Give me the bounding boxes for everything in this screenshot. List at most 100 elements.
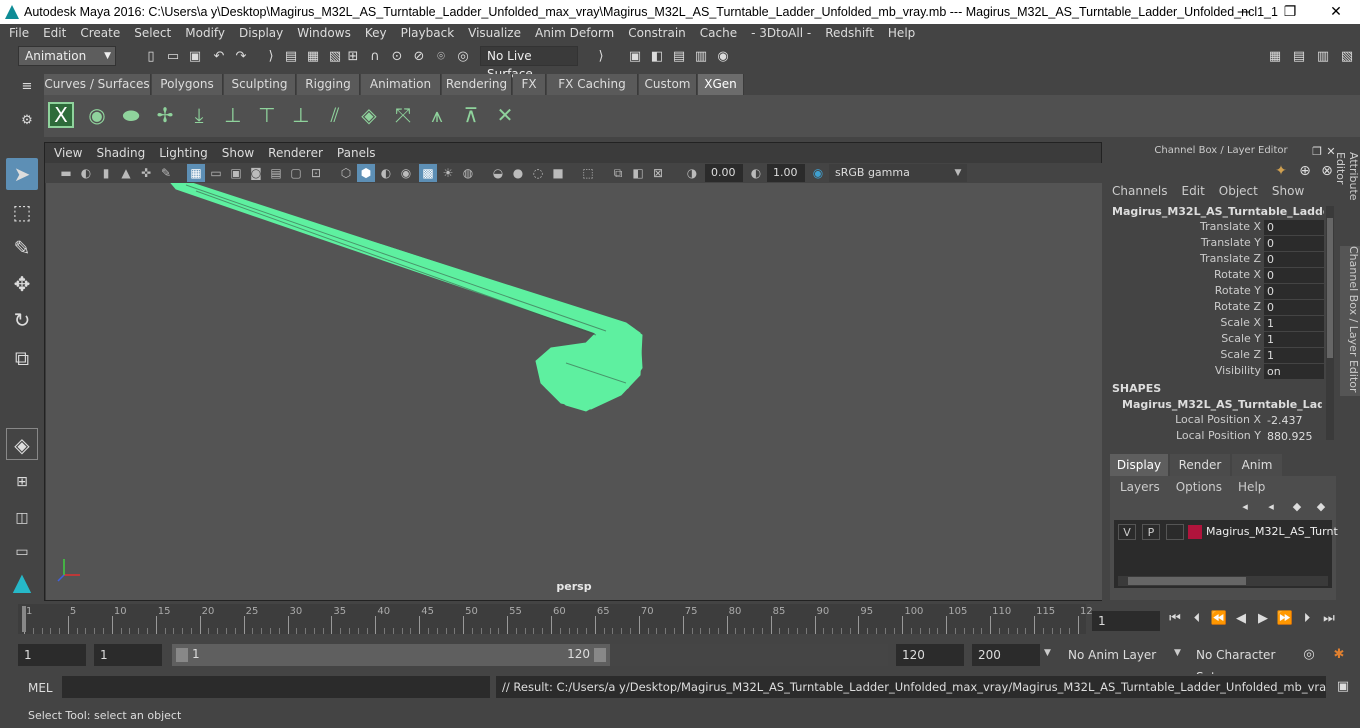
step-back-frame-icon[interactable]: ⏴ <box>1188 610 1206 628</box>
cb-menu-channels[interactable]: Channels <box>1112 184 1168 198</box>
xgen-editor-icon[interactable]: X <box>48 102 74 128</box>
tab-sculpting[interactable]: Sculpting <box>224 74 296 95</box>
layer-list-scrollbar[interactable] <box>1118 576 1328 586</box>
close-button[interactable]: ✕ <box>1316 2 1356 22</box>
menu-redshift[interactable]: Redshift <box>818 24 881 43</box>
cb-menu-show[interactable]: Show <box>1272 184 1304 198</box>
attr-scale-y[interactable]: Scale Y1 <box>1112 332 1327 348</box>
snap-grid-icon[interactable]: ⊞ <box>344 48 362 66</box>
tab-xgen[interactable]: XGen <box>698 74 744 95</box>
image-plane-icon[interactable]: ▲ <box>117 164 135 182</box>
scale-tool-icon[interactable]: ⧉ <box>6 342 38 374</box>
four-view-layout-icon[interactable]: ⊞ <box>6 466 38 498</box>
menu-set-dropdown[interactable]: Animation ▼ <box>18 46 116 66</box>
wireframe-icon[interactable]: ⬡ <box>337 164 355 182</box>
command-result-field[interactable]: // Result: C:/Users/a y/Desktop/Magirus_… <box>496 676 1326 698</box>
isolate-select-icon[interactable]: ■ <box>549 164 567 182</box>
maximize-button[interactable]: ❐ <box>1270 2 1310 22</box>
cb-menu-object[interactable]: Object <box>1219 184 1258 198</box>
select-guide-icon[interactable]: ⩚ <box>422 100 452 130</box>
current-frame-field[interactable]: 1 <box>1092 611 1160 631</box>
bookmark-icon[interactable]: ▮ <box>97 164 115 182</box>
open-scene-icon[interactable]: ▭ <box>164 48 182 66</box>
smooth-shade-icon[interactable]: ⬢ <box>357 164 375 182</box>
menu-cache[interactable]: Cache <box>693 24 744 43</box>
tab-rendering[interactable]: Rendering <box>442 74 512 95</box>
menu-edit[interactable]: Edit <box>36 24 73 43</box>
viewport-menu-shading[interactable]: Shading <box>89 144 152 162</box>
attribute-editor-toggle-icon[interactable]: ▧ <box>1338 48 1356 66</box>
menu-visualize[interactable]: Visualize <box>461 24 528 43</box>
move-layer-up-icon[interactable]: ◂ <box>1236 498 1254 516</box>
attr-rotate-z[interactable]: Rotate Z0 <box>1112 300 1327 316</box>
menu-playback[interactable]: Playback <box>394 24 462 43</box>
shelf-menu-icon[interactable]: ≡ <box>18 78 36 96</box>
cut-guide-icon[interactable]: ⤧ <box>388 100 418 130</box>
viewport-menu-lighting[interactable]: Lighting <box>152 144 215 162</box>
playback-start-field[interactable]: 1 <box>94 644 162 666</box>
play-forwards-icon[interactable]: ▶ <box>1254 610 1272 628</box>
resolution-gate-icon[interactable]: ▣ <box>227 164 245 182</box>
menu-modify[interactable]: Modify <box>178 24 232 43</box>
outliner-layout-icon[interactable]: ▭ <box>6 536 38 568</box>
sculpt-guide-icon[interactable]: ⊥ <box>218 100 248 130</box>
snap-point-icon[interactable]: ⊙ <box>388 48 406 66</box>
maya-home-icon[interactable]: ▲ <box>6 566 38 598</box>
viewport-menu-panels[interactable]: Panels <box>330 144 383 162</box>
scrollbar-thumb[interactable] <box>1327 218 1333 358</box>
xgen-preview-icon[interactable]: ◉ <box>82 100 112 130</box>
save-scene-icon[interactable]: ▣ <box>186 48 204 66</box>
auto-key-icon[interactable]: ◎ <box>1300 646 1318 664</box>
menu-help[interactable]: Help <box>881 24 922 43</box>
tab-render-layers[interactable]: Render <box>1170 454 1230 476</box>
rebuild-guide-icon[interactable]: ⊼ <box>456 100 486 130</box>
attribute-editor-side-tab[interactable]: Attribute Editor <box>1334 152 1360 236</box>
layer-visibility-toggle[interactable]: V <box>1118 524 1136 540</box>
tab-custom[interactable]: Custom <box>639 74 697 95</box>
time-slider[interactable]: 1 5 10 15 20 25 30 35 40 45 50 55 60 65 70 75 80 85 90 95 10… <box>18 604 1093 634</box>
viewport-canvas[interactable]: persp <box>46 182 1102 600</box>
object-mode-icon[interactable]: ▦ <box>304 48 322 66</box>
gamma-icon[interactable]: ◐ <box>747 164 765 182</box>
new-layer-selected-icon[interactable]: ◆ <box>1312 498 1330 516</box>
lock-guide-icon[interactable]: ⊥ <box>286 100 316 130</box>
2d-pan-icon[interactable]: ✜ <box>137 164 155 182</box>
attr-local-position-x[interactable]: Local Position X -2.437 <box>1112 413 1327 429</box>
backface-culling-icon[interactable]: ⊠ <box>649 164 667 182</box>
hierarchy-icon[interactable]: ▤ <box>282 48 300 66</box>
bend-guide-icon[interactable]: ⫽ <box>320 100 350 130</box>
tab-fx[interactable]: FX <box>513 74 546 95</box>
camera-icon[interactable]: ▬ <box>57 164 75 182</box>
ipr-render-icon[interactable]: ▤ <box>670 48 688 66</box>
gamma-field[interactable]: 1.00 <box>767 164 805 182</box>
viewport-panel[interactable]: View Shading Lighting Show Renderer Pane… <box>44 142 1103 601</box>
modeling-toolkit-icon[interactable]: ▤ <box>1290 48 1308 66</box>
layer-display-type-toggle[interactable] <box>1166 524 1184 540</box>
manipulator-icon[interactable]: ✦ <box>1272 162 1290 180</box>
snap-live-icon[interactable]: ◎ <box>454 48 472 66</box>
camera-attributes-icon[interactable]: ◐ <box>77 164 95 182</box>
wireframe-on-shaded-icon[interactable]: ◐ <box>377 164 395 182</box>
minimize-button[interactable]: — <box>1224 2 1264 22</box>
motion-blur-icon[interactable]: ◒ <box>489 164 507 182</box>
go-to-end-icon[interactable]: ⏭ <box>1320 610 1338 628</box>
textured-icon[interactable]: ◉ <box>397 164 415 182</box>
field-chart-icon[interactable]: ▤ <box>267 164 285 182</box>
exposure-icon[interactable]: ◑ <box>683 164 701 182</box>
range-end-handle[interactable] <box>594 648 606 662</box>
scrollbar-thumb[interactable] <box>1128 577 1246 585</box>
script-editor-icon[interactable]: ▣ <box>1334 678 1352 696</box>
menu-select[interactable]: Select <box>127 24 178 43</box>
render-frame-icon[interactable]: ◧ <box>648 48 666 66</box>
layer-name[interactable]: Magirus_M32L_AS_Turnt <box>1206 525 1338 538</box>
shape-name[interactable]: Magirus_M32L_AS_Turntable_Ladde... <box>1122 398 1322 411</box>
menu-create[interactable]: Create <box>73 24 127 43</box>
step-back-key-icon[interactable]: ⏪ <box>1210 610 1228 628</box>
tab-curves-surfaces[interactable]: Curves / Surfaces <box>44 74 151 95</box>
layer-menu-help[interactable]: Help <box>1238 480 1265 494</box>
play-backwards-icon[interactable]: ◀ <box>1232 610 1250 628</box>
menu-windows[interactable]: Windows <box>290 24 358 43</box>
attr-visibility[interactable]: Visibility on <box>1112 364 1327 380</box>
gate-mask-icon[interactable]: ◙ <box>247 164 265 182</box>
xray-joints-icon[interactable]: ⧉ <box>609 164 627 182</box>
